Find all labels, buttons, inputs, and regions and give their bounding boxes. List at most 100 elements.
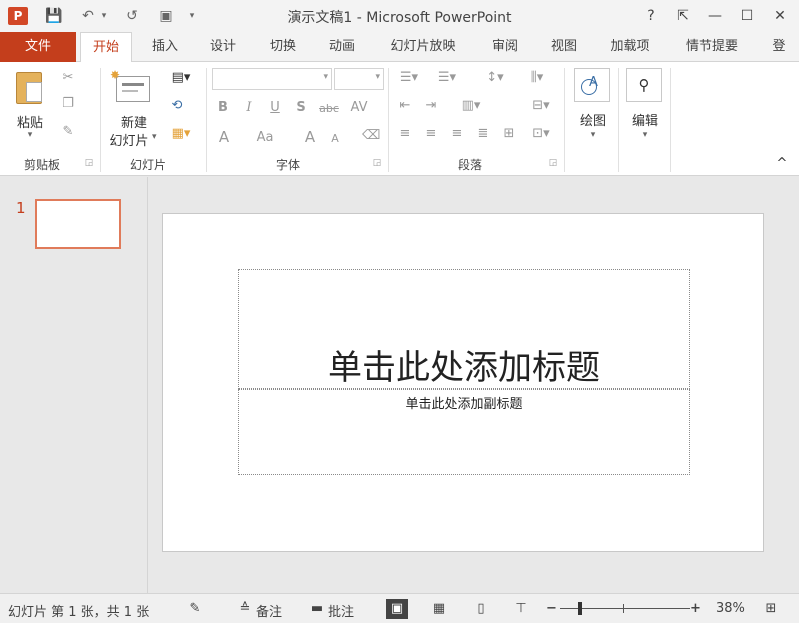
editing-button[interactable]: ⚲ 编辑 ▾ — [622, 66, 668, 150]
subtitle-placeholder-text: 单击此处添加副标题 — [405, 397, 523, 412]
subtitle-placeholder[interactable]: 单击此处添加副标题 — [238, 389, 690, 475]
align-center-icon[interactable]: ≡ — [422, 126, 440, 141]
align-right-icon[interactable]: ≡ — [448, 126, 466, 141]
editing-dropdown-icon: ▾ — [642, 130, 648, 140]
change-case-button[interactable]: Aa — [252, 130, 278, 145]
italic-button[interactable]: I — [240, 100, 258, 115]
cut-icon[interactable]: ✂ — [58, 70, 78, 85]
redo-icon[interactable]: ↺ — [122, 6, 142, 26]
ribbon-tabs: 文件 开始 插入 设计 切换 动画 幻灯片放映 审阅 视图 加载项 情节提要 登 — [0, 32, 799, 63]
numbering-icon[interactable]: ☰▾ — [432, 70, 462, 85]
comments-icon[interactable]: ▬ — [306, 599, 328, 619]
ribbon-home: 粘贴 ▾ ✂ ❐ ✎ 剪贴板 ◲ ✸ 新建 幻灯片 ▾ ▤▾ ⟲ ▦▾ 幻灯片 … — [0, 62, 799, 176]
distributed-icon[interactable]: ⊞ — [500, 126, 518, 141]
font-name-combo[interactable]: ▾ — [212, 68, 332, 90]
layout-icon[interactable]: ▤▾ — [166, 70, 196, 85]
comments-button[interactable]: 批注 — [328, 601, 354, 620]
clipboard-launcher-icon[interactable]: ◲ — [84, 158, 94, 168]
tab-home[interactable]: 开始 — [80, 32, 132, 63]
minimize-button[interactable]: — — [702, 4, 728, 28]
grow-font-button[interactable]: A — [302, 128, 318, 146]
new-slide-button[interactable]: ✸ 新建 幻灯片 ▾ — [104, 68, 164, 152]
normal-view-icon[interactable]: ▣ — [386, 599, 408, 619]
collapse-ribbon-icon[interactable]: ^ — [774, 156, 790, 171]
bold-button[interactable]: B — [214, 100, 232, 115]
underline-button[interactable]: U — [266, 100, 284, 115]
paste-label: 粘贴 — [16, 116, 43, 131]
save-icon[interactable]: 💾 — [44, 6, 64, 26]
columns-icon[interactable]: ▥▾ — [456, 98, 486, 113]
spell-check-icon[interactable]: ✎ — [184, 599, 206, 619]
zoom-in-button[interactable]: + — [690, 601, 701, 616]
clear-formatting-icon[interactable]: ⌫ — [362, 128, 380, 143]
start-slideshow-icon[interactable]: ▣ — [155, 6, 177, 26]
font-size-combo[interactable]: ▾ — [334, 68, 384, 90]
zoom-slider-handle[interactable] — [578, 602, 583, 615]
notes-icon[interactable]: ≙ — [234, 599, 256, 619]
reading-view-icon[interactable]: ▯ — [470, 599, 492, 619]
reset-icon[interactable]: ⟲ — [166, 98, 188, 113]
tab-view[interactable]: 视图 — [539, 32, 589, 62]
maximize-button[interactable]: ☐ — [734, 4, 760, 28]
tab-design[interactable]: 设计 — [198, 32, 248, 62]
undo-dropdown-icon[interactable]: ▾ — [98, 6, 110, 26]
group-separator — [670, 68, 671, 172]
strikethrough-button[interactable]: abc — [316, 102, 342, 115]
drawing-button[interactable]: A 绘图 ▾ — [570, 66, 616, 150]
text-direction-icon[interactable]: ⫼▾ — [522, 70, 552, 85]
tab-file[interactable]: 文件 — [0, 32, 76, 62]
group-label-font: 字体 — [275, 158, 300, 172]
format-painter-icon[interactable]: ✎ — [58, 124, 78, 139]
slide-thumbnail[interactable] — [35, 199, 121, 249]
title-placeholder[interactable]: 单击此处添加标题 — [238, 269, 690, 389]
font-color-button[interactable]: A — [214, 128, 234, 146]
powerpoint-app-icon[interactable]: P — [8, 7, 28, 25]
close-button[interactable]: ✕ — [767, 4, 793, 28]
tab-signin[interactable]: 登 — [764, 32, 794, 62]
decrease-indent-icon[interactable]: ⇤ — [396, 98, 414, 113]
new-slide-icon — [116, 76, 150, 102]
notes-button[interactable]: 备注 — [256, 601, 282, 620]
character-spacing-button[interactable]: AV — [344, 100, 374, 115]
shadow-button[interactable]: S — [292, 100, 310, 115]
customize-qat-icon[interactable]: ▾ — [186, 6, 198, 26]
font-launcher-icon[interactable]: ◲ — [372, 158, 382, 168]
new-slide-label-line2: 幻灯片 — [109, 134, 149, 149]
tab-transitions[interactable]: 切换 — [258, 32, 308, 62]
line-spacing-icon[interactable]: ↕▾ — [480, 70, 510, 85]
new-slide-label-line1: 新建 — [120, 116, 147, 131]
help-button[interactable]: ? — [638, 4, 664, 28]
new-star-icon: ✸ — [110, 68, 121, 82]
chevron-down-icon: ▾ — [375, 72, 380, 82]
copy-icon[interactable]: ❐ — [58, 96, 78, 111]
align-text-icon[interactable]: ⊟▾ — [526, 98, 556, 113]
status-bar: 幻灯片 第 1 张，共 1 张 ✎ ≙ 备注 ▬ 批注 ▣ ▦ ▯ ⊤ − + … — [0, 593, 799, 623]
smartart-icon[interactable]: ⊡▾ — [526, 126, 556, 141]
tab-addins[interactable]: 加载项 — [600, 32, 660, 62]
shrink-font-button[interactable]: A — [328, 132, 342, 145]
group-label-clipboard: 剪贴板 — [23, 158, 60, 172]
zoom-out-button[interactable]: − — [546, 601, 557, 616]
bullets-icon[interactable]: ☰▾ — [394, 70, 424, 85]
paragraph-launcher-icon[interactable]: ◲ — [548, 158, 558, 168]
drawing-label: 绘图 — [579, 114, 606, 129]
tab-review[interactable]: 审阅 — [480, 32, 530, 62]
justify-icon[interactable]: ≣ — [474, 126, 492, 141]
align-left-icon[interactable]: ≡ — [396, 126, 414, 141]
fit-to-window-icon[interactable]: ⊞ — [760, 599, 782, 619]
tab-animations[interactable]: 动画 — [317, 32, 367, 62]
tab-storyboard[interactable]: 情节提要 — [674, 32, 750, 62]
tab-slideshow[interactable]: 幻灯片放映 — [378, 32, 468, 62]
drawing-dropdown-icon: ▾ — [590, 130, 596, 140]
increase-indent-icon[interactable]: ⇥ — [422, 98, 440, 113]
editing-label: 编辑 — [631, 114, 658, 129]
paste-button[interactable]: 粘贴 ▾ — [10, 68, 50, 148]
slide-sorter-view-icon[interactable]: ▦ — [428, 599, 450, 619]
slideshow-view-icon[interactable]: ⊤ — [510, 599, 532, 619]
section-icon[interactable]: ▦▾ — [166, 126, 196, 141]
zoom-level[interactable]: 38% — [716, 601, 745, 616]
undo-icon[interactable]: ↶ — [78, 6, 98, 26]
tab-insert[interactable]: 插入 — [140, 32, 190, 62]
ribbon-display-options-button[interactable]: ⇱ — [670, 4, 696, 28]
group-label-paragraph: 段落 — [457, 158, 482, 172]
